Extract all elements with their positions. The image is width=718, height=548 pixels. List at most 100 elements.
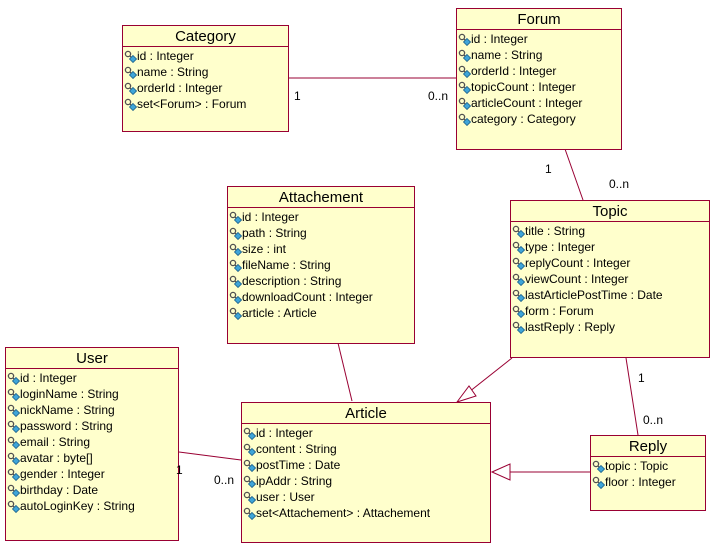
attribute-row: email : String [6, 434, 178, 450]
key-diamond-icon [592, 460, 605, 473]
user-article-target-multiplicity: 0..n [214, 473, 235, 487]
attribute-row: birthday : Date [6, 482, 178, 498]
key-diamond-icon [7, 388, 20, 401]
attribute-text: id : Integer [137, 49, 194, 63]
attribute-text: email : String [20, 435, 91, 449]
attribute-row: id : Integer [6, 370, 178, 386]
attribute-row: loginName : String [6, 386, 178, 402]
key-diamond-icon [229, 259, 242, 272]
category-forum-source-multiplicity: 1 [294, 89, 301, 103]
key-diamond-icon [124, 50, 137, 63]
reply-class[interactable]: Reply topic : Topic floor : Integer [590, 435, 706, 511]
forum-class-name: Forum [457, 9, 621, 30]
key-diamond-icon [243, 427, 256, 440]
key-diamond-icon [512, 257, 525, 270]
attribute-row: orderId : Integer [457, 63, 621, 79]
attribute-row: ipAddr : String [242, 473, 490, 489]
attribute-text: password : String [20, 419, 113, 433]
attribute-text: lastReply : Reply [525, 320, 616, 334]
attribute-row: set<Forum> : Forum [123, 96, 288, 112]
attribute-row: path : String [228, 225, 414, 241]
attribute-row: id : Integer [123, 48, 288, 64]
key-diamond-icon [243, 475, 256, 488]
attribute-text: gender : Integer [20, 467, 105, 481]
attribute-text: id : Integer [471, 32, 528, 46]
key-diamond-icon [7, 436, 20, 449]
attribute-row: type : Integer [511, 239, 709, 255]
attribute-row: article : Article [228, 305, 414, 321]
attribute-text: title : String [525, 224, 586, 238]
category-class-name: Category [123, 26, 288, 47]
attribute-text: postTime : Date [256, 458, 341, 472]
attribute-text: fileName : String [242, 258, 331, 272]
category-class[interactable]: Category id : Integer name : String orderI… [122, 25, 289, 132]
attribute-row: category : Category [457, 111, 621, 127]
forum-topic-source-multiplicity: 1 [545, 162, 552, 176]
attribute-text: set<Forum> : Forum [137, 97, 247, 111]
attribute-row: viewCount : Integer [511, 271, 709, 287]
article-attributes: id : Integer content : String postTime : D… [242, 424, 490, 521]
attribute-text: birthday : Date [20, 483, 99, 497]
attachement-article-association [337, 342, 353, 402]
attribute-text: size : int [242, 242, 287, 256]
attribute-row: title : String [511, 223, 709, 239]
attribute-row: fileName : String [228, 257, 414, 273]
key-diamond-icon [592, 476, 605, 489]
attribute-row: replyCount : Integer [511, 255, 709, 271]
topic-reply-association [625, 357, 639, 436]
attribute-text: viewCount : Integer [525, 272, 629, 286]
attribute-row: id : Integer [228, 209, 414, 225]
attachement-attributes: id : Integer path : String size : int fileN… [228, 208, 414, 321]
category-attributes: id : Integer name : String orderId : Integ… [123, 47, 288, 112]
user-class[interactable]: User id : Integer loginName : String nickN… [5, 347, 179, 541]
attribute-text: content : String [256, 442, 337, 456]
attribute-text: articleCount : Integer [471, 96, 583, 110]
attribute-row: topic : Topic [591, 458, 705, 474]
user-article-association [178, 451, 242, 461]
key-diamond-icon [7, 468, 20, 481]
attribute-text: user : User [256, 490, 315, 504]
key-diamond-icon [458, 33, 471, 46]
attribute-text: name : String [471, 48, 543, 62]
key-diamond-icon [7, 500, 20, 513]
attribute-row: nickName : String [6, 402, 178, 418]
attribute-row: downloadCount : Integer [228, 289, 414, 305]
attribute-text: autoLoginKey : String [20, 499, 135, 513]
key-diamond-icon [229, 307, 242, 320]
attribute-row: password : String [6, 418, 178, 434]
key-diamond-icon [124, 66, 137, 79]
forum-class[interactable]: Forum id : Integer name : String orderId :… [456, 8, 622, 150]
attribute-text: set<Attachement> : Attachement [256, 506, 431, 520]
topic-class[interactable]: Topic title : String type : Integer replyC… [510, 200, 710, 358]
attribute-row: avatar : byte[] [6, 450, 178, 466]
attribute-text: id : Integer [20, 371, 77, 385]
key-diamond-icon [458, 113, 471, 126]
attribute-row: set<Attachement> : Attachement [242, 505, 490, 521]
attribute-row: topicCount : Integer [457, 79, 621, 95]
attribute-text: description : String [242, 274, 342, 288]
key-diamond-icon [229, 211, 242, 224]
key-diamond-icon [7, 452, 20, 465]
attribute-text: orderId : Integer [137, 81, 223, 95]
key-diamond-icon [512, 289, 525, 302]
topic-reply-source-multiplicity: 1 [638, 371, 645, 385]
reply-article-generalization-arrow [490, 463, 511, 481]
attribute-text: topic : Topic [605, 459, 669, 473]
key-diamond-icon [512, 305, 525, 318]
attribute-row: floor : Integer [591, 474, 705, 490]
attribute-text: type : Integer [525, 240, 596, 254]
attribute-row: id : Integer [457, 31, 621, 47]
attribute-row: size : int [228, 241, 414, 257]
topic-attributes: title : String type : Integer replyCount :… [511, 222, 709, 335]
attribute-row: id : Integer [242, 425, 490, 441]
key-diamond-icon [458, 49, 471, 62]
key-diamond-icon [229, 243, 242, 256]
key-diamond-icon [458, 97, 471, 110]
attribute-text: form : Forum [525, 304, 594, 318]
attribute-row: lastArticlePostTime : Date [511, 287, 709, 303]
attribute-row: content : String [242, 441, 490, 457]
key-diamond-icon [229, 227, 242, 240]
reply-class-name: Reply [591, 436, 705, 457]
article-class[interactable]: Article id : Integer content : String post… [241, 402, 491, 543]
attachement-class[interactable]: Attachement id : Integer path : String siz… [227, 186, 415, 344]
